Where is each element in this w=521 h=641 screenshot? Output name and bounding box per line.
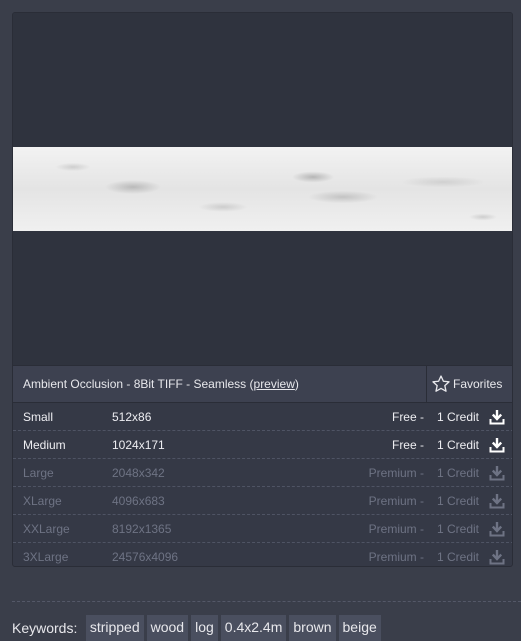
keyword-tag[interactable]: log — [191, 615, 218, 641]
star-outline-icon — [432, 375, 450, 392]
download-row-medium: Medium 1024x171 Free - 1 Credit — [13, 431, 512, 459]
size-resolution: 24576x4096 — [112, 550, 179, 564]
download-icon[interactable] — [489, 493, 505, 509]
texture-preview-area — [13, 13, 512, 365]
size-name: XLarge — [23, 494, 62, 508]
license-tier: Free - — [391, 438, 424, 452]
size-name: 3XLarge — [23, 550, 69, 564]
section-divider — [12, 601, 521, 602]
credit-cost: 1 Credit — [436, 438, 479, 452]
keyword-tag[interactable]: 0.4x2.4m — [220, 615, 287, 641]
size-resolution: 4096x683 — [112, 494, 165, 508]
license-tier: Premium - — [368, 522, 424, 536]
size-resolution: 1024x171 — [112, 438, 165, 452]
size-resolution: 512x86 — [112, 410, 152, 424]
keyword-tag[interactable]: brown — [289, 615, 336, 641]
keyword-tag[interactable]: wood — [146, 615, 189, 641]
size-name: Small — [23, 410, 54, 424]
keywords-section: Keywords: stripped wood log 0.4x2.4m brown be… — [12, 615, 384, 641]
keyword-tag[interactable]: beige — [338, 615, 381, 641]
map-title-suffix: ) — [294, 377, 299, 391]
download-row-xlarge: XLarge 4096x683 Premium - 1 Credit — [13, 487, 512, 515]
download-icon[interactable] — [489, 437, 505, 453]
credit-cost: 1 Credit — [436, 410, 479, 424]
download-icon[interactable] — [489, 465, 505, 481]
license-tier: Premium - — [368, 550, 424, 564]
keywords-label: Keywords: — [12, 620, 78, 636]
map-title: Ambient Occlusion - 8Bit TIFF - Seamless… — [23, 377, 299, 391]
favorites-label: Favorites — [453, 377, 503, 391]
ambient-occlusion-texture-image[interactable] — [13, 147, 512, 231]
credit-cost: 1 Credit — [436, 522, 479, 536]
size-name: XXLarge — [23, 522, 70, 536]
download-row-small: Small 512x86 Free - 1 Credit — [13, 403, 512, 431]
download-size-list: Small 512x86 Free - 1 Credit Medium 1024x171 F… — [13, 403, 512, 566]
keyword-tag[interactable]: stripped — [85, 615, 144, 641]
preview-link[interactable]: preview — [254, 377, 295, 391]
map-title-prefix: Ambient Occlusion - 8Bit TIFF - Seamless… — [23, 377, 254, 391]
size-name: Large — [23, 466, 54, 480]
size-resolution: 2048x342 — [112, 466, 165, 480]
download-icon[interactable] — [489, 409, 505, 425]
map-info-bar: Ambient Occlusion - 8Bit TIFF - Seamless… — [13, 365, 512, 403]
texture-download-card: Ambient Occlusion - 8Bit TIFF - Seamless… — [12, 12, 513, 567]
download-row-3xlarge: 3XLarge 24576x4096 Premium - 1 Credit — [13, 543, 512, 566]
download-row-xxlarge: XXLarge 8192x1365 Premium - 1 Credit — [13, 515, 512, 543]
size-name: Medium — [23, 438, 66, 452]
license-tier: Premium - — [368, 466, 424, 480]
download-row-large: Large 2048x342 Premium - 1 Credit — [13, 459, 512, 487]
size-resolution: 8192x1365 — [112, 522, 172, 536]
credit-cost: 1 Credit — [436, 550, 479, 564]
download-icon[interactable] — [489, 521, 505, 537]
license-tier: Free - — [391, 410, 424, 424]
license-tier: Premium - — [368, 494, 424, 508]
favorites-button[interactable]: Favorites — [426, 366, 512, 402]
download-icon[interactable] — [489, 549, 505, 565]
credit-cost: 1 Credit — [436, 466, 479, 480]
credit-cost: 1 Credit — [436, 494, 479, 508]
